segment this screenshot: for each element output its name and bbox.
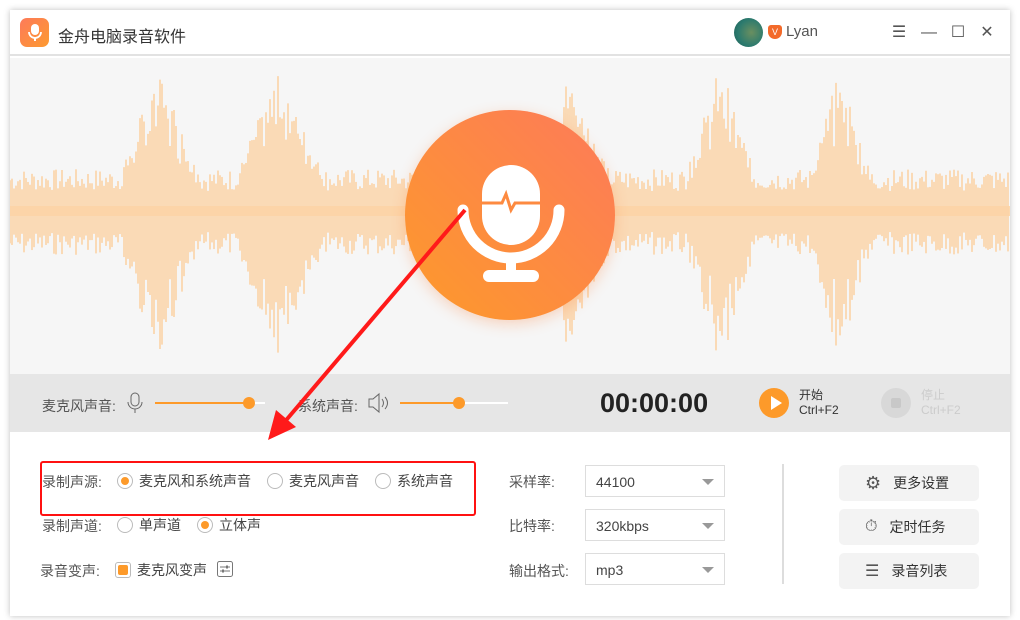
button-label: 录音列表 xyxy=(891,563,948,579)
chevron-down-icon xyxy=(702,567,714,573)
bitrate-label: 比特率: xyxy=(509,518,555,534)
app-title: 金舟电脑录音软件 xyxy=(58,29,187,46)
format-label: 输出格式: xyxy=(509,563,569,579)
system-volume-label: 系统声音: xyxy=(298,398,358,414)
channel-option-mono[interactable]: 单声道 xyxy=(117,515,181,535)
list-icon: ☰ xyxy=(865,563,880,580)
system-volume-slider[interactable] xyxy=(400,397,508,409)
avatar[interactable] xyxy=(734,18,763,47)
start-label[interactable]: 开始 Ctrl+F2 xyxy=(799,388,839,418)
start-text: 开始 xyxy=(799,388,824,402)
radio[interactable] xyxy=(117,517,133,533)
control-bar: 麦克风声音: 系统声音: 00:00:00 开始 Ctrl+F2 停止 Ctrl+F… xyxy=(10,374,1010,432)
close-icon[interactable]: ✕ xyxy=(976,22,998,44)
microphone-icon xyxy=(127,392,143,413)
chevron-down-icon xyxy=(702,523,714,529)
annotation-highlight-box xyxy=(40,461,476,516)
waveform-area xyxy=(10,58,1010,374)
username[interactable]: Lyan xyxy=(786,23,818,40)
format-select[interactable]: mp3 xyxy=(585,553,725,585)
voice-change-label: 录音变声: xyxy=(40,563,100,579)
stopwatch-icon: ⏱ xyxy=(865,518,878,535)
option-label: 立体声 xyxy=(219,517,261,533)
start-button[interactable] xyxy=(759,388,789,418)
record-mic-button[interactable] xyxy=(405,110,615,320)
sample-rate-select[interactable]: 44100 xyxy=(585,465,725,497)
sample-rate-label: 采样率: xyxy=(509,474,555,490)
recording-list-button[interactable]: ☰ 录音列表 xyxy=(839,553,979,589)
stop-text: 停止 xyxy=(921,388,946,402)
vip-badge-icon: V xyxy=(768,25,782,39)
scheduled-task-button[interactable]: ⏱ 定时任务 xyxy=(839,509,979,545)
menu-icon[interactable]: ☰ xyxy=(888,22,910,44)
voice-change-checkbox[interactable]: 麦克风变声 xyxy=(115,560,207,580)
select-value: 44100 xyxy=(596,474,635,490)
option-label: 单声道 xyxy=(139,517,181,533)
radio[interactable] xyxy=(197,517,213,533)
option-label: 麦克风变声 xyxy=(137,562,207,578)
select-value: mp3 xyxy=(596,562,624,578)
slider-handle[interactable] xyxy=(242,397,255,409)
app-window: 金舟电脑录音软件 V Lyan ☰ — ☐ ✕ 麦克风声音: 系统声音: 00:… xyxy=(10,10,1010,616)
mic-volume-label: 麦克风声音: xyxy=(42,398,116,414)
divider xyxy=(782,464,784,584)
channel-label: 录制声道: xyxy=(42,518,102,534)
minimize-icon[interactable]: — xyxy=(918,22,940,44)
title-bar: 金舟电脑录音软件 V Lyan ☰ — ☐ ✕ xyxy=(10,10,1010,56)
maximize-icon[interactable]: ☐ xyxy=(947,22,969,44)
stop-shortcut: Ctrl+F2 xyxy=(921,403,961,417)
stop-label: 停止 Ctrl+F2 xyxy=(921,388,961,418)
more-settings-button[interactable]: ⚙ 更多设置 xyxy=(839,465,979,501)
microphone-icon xyxy=(457,165,565,282)
stop-button[interactable] xyxy=(881,388,911,418)
speaker-icon xyxy=(368,392,388,414)
button-label: 定时任务 xyxy=(889,519,946,535)
gear-icon: ⚙ xyxy=(865,472,882,493)
channel-option-stereo[interactable]: 立体声 xyxy=(197,515,261,535)
chevron-down-icon xyxy=(702,479,714,485)
start-shortcut: Ctrl+F2 xyxy=(799,403,839,417)
mic-volume-slider[interactable] xyxy=(155,397,265,409)
select-value: 320kbps xyxy=(596,518,649,534)
slider-handle[interactable] xyxy=(453,397,466,409)
button-label: 更多设置 xyxy=(893,475,950,491)
app-logo-icon xyxy=(20,18,49,47)
voice-settings-icon[interactable] xyxy=(217,561,233,577)
bitrate-select[interactable]: 320kbps xyxy=(585,509,725,541)
checkbox[interactable] xyxy=(115,562,131,578)
recording-timer: 00:00:00 xyxy=(600,388,709,418)
